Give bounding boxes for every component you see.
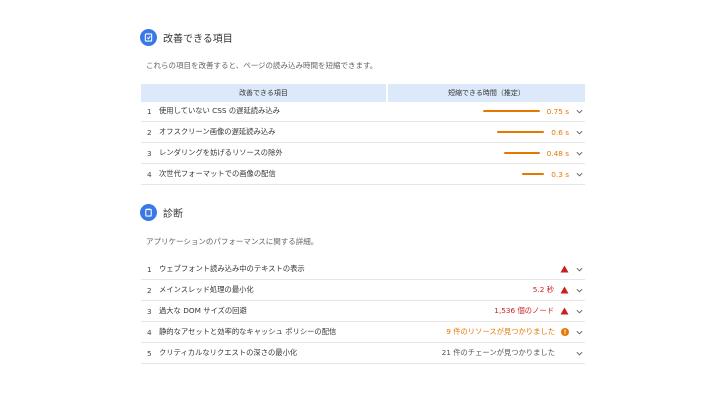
chevron-down-icon[interactable]	[575, 170, 583, 178]
row-number: 5	[147, 348, 152, 358]
row-number: 1	[147, 264, 152, 274]
chevron-down-icon[interactable]	[575, 107, 583, 115]
average-status-icon: !	[561, 328, 569, 336]
clipboard-icon	[140, 204, 157, 221]
chevron-down-icon[interactable]	[575, 307, 583, 315]
column-header-savings: 短縮できる時間（推定）	[388, 84, 585, 102]
diagnostic-row[interactable]: 5 クリティカルなリクエストの深さの最小化 21 件のチェーンが見つかりました	[141, 343, 585, 364]
diagnostic-row[interactable]: 4 静的なアセットと効率的なキャッシュ ポリシーの配信 9 件のリソースが見つか…	[141, 322, 585, 343]
opportunities-description: これらの項目を改善すると、ページの読み込み時間を短縮できます。	[146, 61, 378, 70]
opportunity-row[interactable]: 3 レンダリングを妨げるリソースの除外 0.48 s	[141, 143, 585, 164]
warning-triangle-icon	[560, 286, 569, 294]
row-number: 4	[147, 169, 152, 179]
chevron-down-icon[interactable]	[575, 349, 583, 357]
diagnostic-row[interactable]: 3 過大な DOM サイズの回避 1,536 個のノード	[141, 301, 585, 322]
row-number: 1	[147, 106, 152, 116]
row-title: メインスレッド処理の最小化	[159, 285, 254, 294]
diagnostic-value: 21 件のチェーンが見つかりました	[441, 348, 555, 357]
row-title: 次世代フォーマットでの画像の配信	[159, 169, 276, 178]
diagnostic-value: 5.2 秒	[532, 285, 554, 294]
opportunities-title: 改善できる項目	[163, 34, 233, 45]
opportunity-row[interactable]: 1 使用していない CSS の遅延読み込み 0.75 s	[141, 101, 585, 122]
opportunity-row[interactable]: 4 次世代フォーマットでの画像の配信 0.3 s	[141, 164, 585, 185]
savings-value: 0.75 s	[546, 106, 569, 116]
row-title: オフスクリーン画像の遅延読み込み	[159, 127, 276, 136]
chevron-down-icon[interactable]	[575, 265, 583, 273]
row-title: レンダリングを妨げるリソースの除外	[159, 148, 283, 157]
savings-value: 0.3 s	[551, 169, 569, 179]
row-title: クリティカルなリクエストの深さの最小化	[159, 348, 298, 357]
diagnostics-description: アプリケーションのパフォーマンスに関する詳細。	[146, 237, 319, 246]
row-number: 4	[147, 327, 152, 337]
diagnostic-value: 1,536 個のノード	[494, 306, 554, 315]
chevron-down-icon[interactable]	[575, 286, 583, 294]
row-number: 3	[147, 306, 152, 316]
warning-triangle-icon	[560, 265, 569, 273]
savings-bar	[522, 172, 545, 176]
savings-value: 0.48 s	[546, 148, 569, 158]
opportunities-header: 改善できる項目	[140, 29, 233, 46]
opportunity-row[interactable]: 2 オフスクリーン画像の遅延読み込み 0.6 s	[141, 122, 585, 143]
row-number: 3	[147, 148, 152, 158]
column-header-item: 改善できる項目	[141, 84, 386, 102]
opportunities-table-header: 改善できる項目 短縮できる時間（推定）	[141, 84, 585, 102]
chevron-down-icon[interactable]	[575, 128, 583, 136]
savings-bar	[497, 130, 545, 134]
row-title: 過大な DOM サイズの回避	[159, 306, 247, 315]
diagnostic-row[interactable]: 2 メインスレッド処理の最小化 5.2 秒	[141, 280, 585, 301]
diagnostic-value: 9 件のリソースが見つかりました	[446, 327, 555, 336]
savings-value: 0.6 s	[551, 127, 569, 137]
row-number: 2	[147, 285, 152, 295]
warning-triangle-icon	[560, 307, 569, 315]
row-title: 静的なアセットと効率的なキャッシュ ポリシーの配信	[159, 327, 337, 336]
row-title: 使用していない CSS の遅延読み込み	[159, 106, 280, 115]
savings-bar	[482, 109, 540, 113]
diagnostics-title: 診断	[163, 209, 183, 220]
chevron-down-icon[interactable]	[575, 328, 583, 336]
opportunity-icon	[140, 29, 157, 46]
diagnostics-header: 診断	[140, 204, 183, 221]
diagnostic-row[interactable]: 1 ウェブフォント読み込み中のテキストの表示	[141, 259, 585, 280]
chevron-down-icon[interactable]	[575, 149, 583, 157]
savings-bar	[503, 151, 540, 155]
row-number: 2	[147, 127, 152, 137]
row-title: ウェブフォント読み込み中のテキストの表示	[159, 264, 305, 273]
